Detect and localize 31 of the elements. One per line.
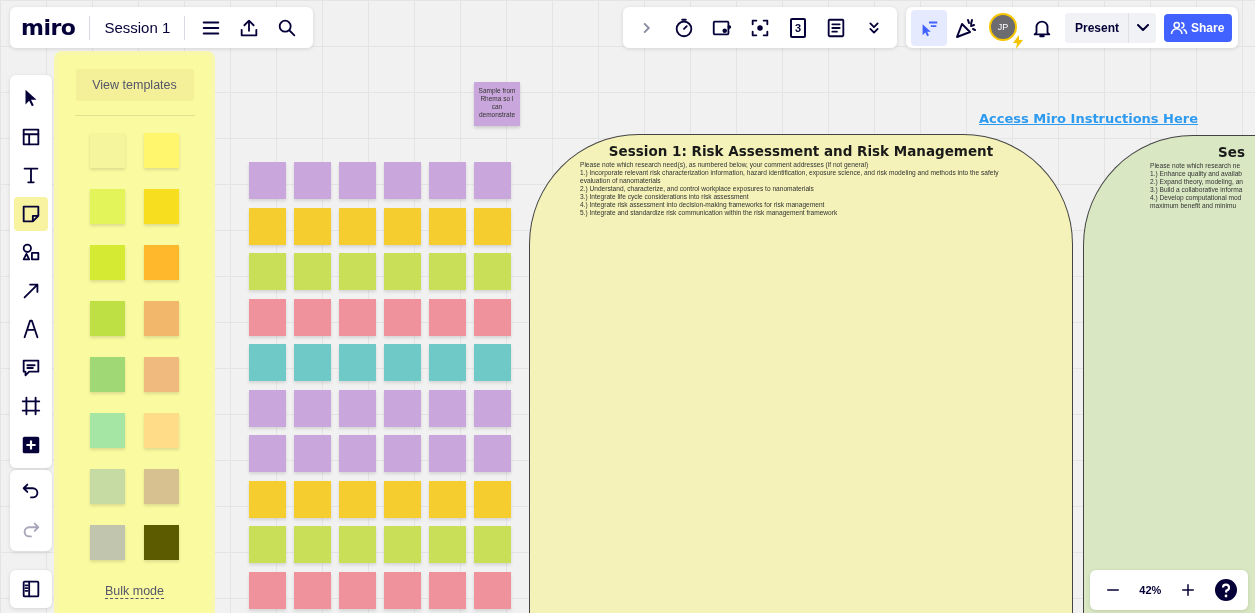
user-avatar[interactable]: JP <box>989 12 1017 41</box>
logo[interactable]: miro <box>21 15 76 40</box>
help-icon[interactable] <box>1213 578 1238 602</box>
caret-icon <box>1136 24 1149 31</box>
color-swatch[interactable] <box>144 413 179 448</box>
sticky-note-icon[interactable] <box>14 196 48 231</box>
color-swatch[interactable] <box>144 525 179 560</box>
color-swatch[interactable] <box>144 189 179 224</box>
bulk-mode-link[interactable]: Bulk mode <box>104 584 165 599</box>
zoom-level: 42% <box>1139 584 1162 596</box>
color-swatch[interactable] <box>144 301 179 336</box>
lightning-icon <box>1012 34 1024 49</box>
color-swatch[interactable] <box>90 301 125 336</box>
color-swatch[interactable] <box>144 133 179 168</box>
view-templates-button[interactable]: View templates <box>75 69 194 101</box>
color-swatch[interactable] <box>144 357 179 392</box>
color-swatch[interactable] <box>144 469 179 504</box>
color-swatch[interactable] <box>90 413 125 448</box>
frame-title: Session 1: Risk Assessment and Risk Management <box>607 143 995 159</box>
color-swatch[interactable] <box>90 245 125 280</box>
color-swatch[interactable] <box>90 133 125 168</box>
board-name[interactable]: Session 1 <box>104 19 171 36</box>
cursor-filter-icon[interactable] <box>911 9 947 46</box>
share-button[interactable]: Share <box>1164 13 1233 42</box>
color-swatch[interactable] <box>90 189 125 224</box>
color-swatch[interactable] <box>90 469 125 504</box>
voting-card-icon[interactable]: 3 <box>790 17 806 38</box>
frame-title: Ses <box>1217 144 1246 160</box>
color-swatch[interactable] <box>90 357 125 392</box>
color-swatch[interactable] <box>144 245 179 280</box>
color-swatch[interactable] <box>90 525 125 560</box>
